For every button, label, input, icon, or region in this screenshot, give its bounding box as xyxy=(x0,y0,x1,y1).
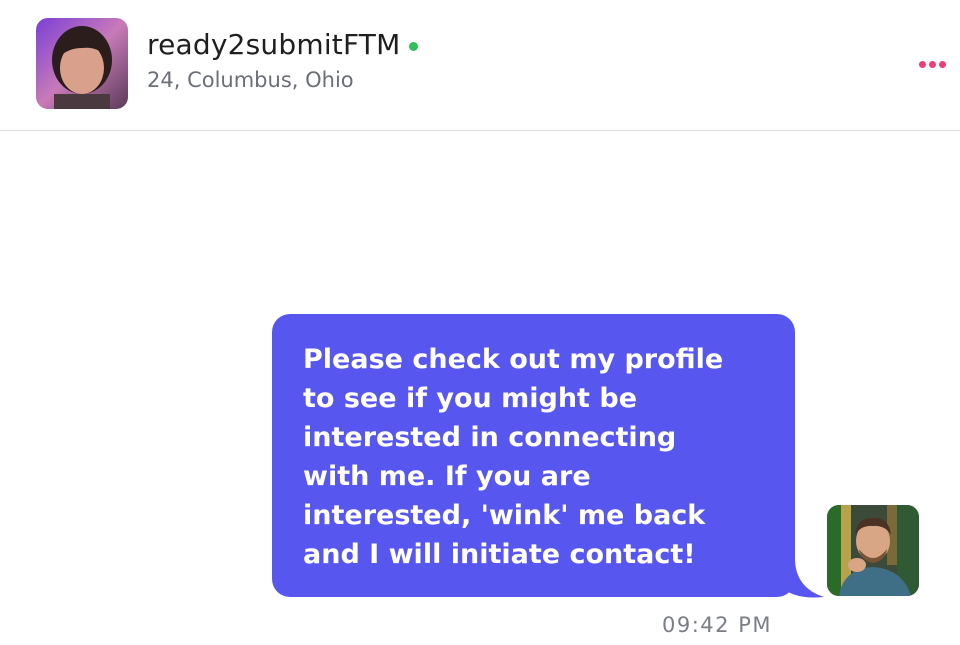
contact-details: 24, Columbus, Ohio xyxy=(147,68,354,92)
message-bubble: Please check out my profile to see if yo… xyxy=(272,314,795,597)
contact-username[interactable]: ready2submitFTM xyxy=(147,28,400,61)
message-bubble-tail xyxy=(780,560,824,598)
menu-dot xyxy=(928,60,936,68)
username-row: ready2submitFTM xyxy=(147,24,419,64)
menu-dot xyxy=(918,60,926,68)
more-options-icon[interactable] xyxy=(912,55,952,73)
menu-dot xyxy=(938,60,946,68)
chat-header: ready2submitFTM 24, Columbus, Ohio xyxy=(0,0,960,131)
contact-avatar[interactable] xyxy=(36,18,128,109)
sender-avatar[interactable] xyxy=(827,505,919,596)
online-status-icon xyxy=(409,41,419,51)
message-timestamp: 09:42 PM xyxy=(662,613,772,637)
